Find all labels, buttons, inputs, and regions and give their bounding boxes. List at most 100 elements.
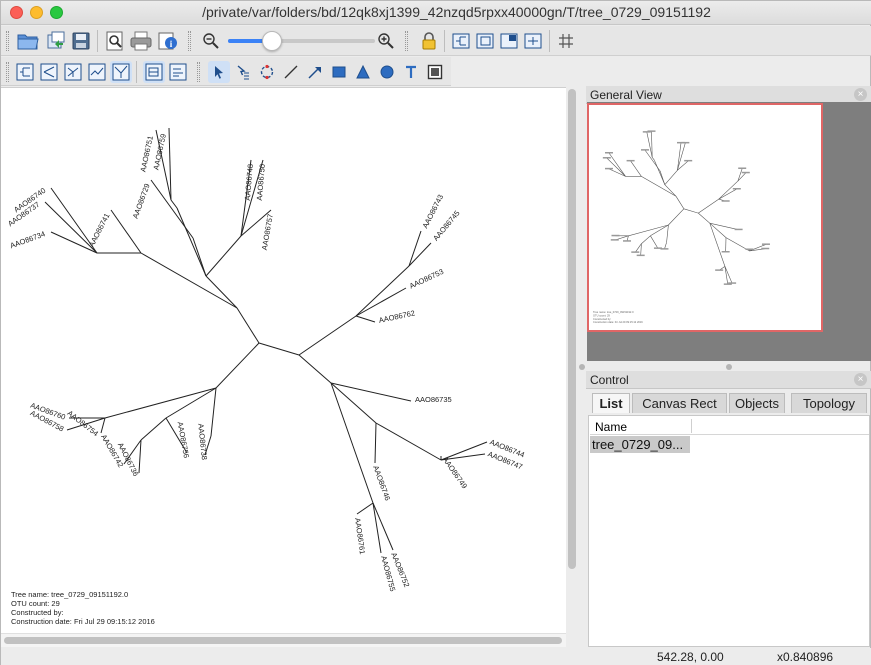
secondary-toolbar [1,57,451,86]
tree-branch [258,342,300,356]
mini-leaf-mark [738,167,747,169]
app-window: /private/var/folders/bd/12qk8xj1399_42nz… [0,0,871,665]
layout-b-icon[interactable] [167,61,189,83]
slanted-tree-icon[interactable] [38,61,60,83]
mini-branch [628,224,669,237]
mini-branch [606,157,626,177]
list-item[interactable]: tree_0729_09... [590,436,690,453]
layout-a-icon[interactable] [143,61,165,83]
mini-branch [664,170,678,185]
text-tool-icon[interactable] [400,61,422,83]
title-bar: /private/var/folders/bd/12qk8xj1399_42nz… [1,1,871,25]
column-name-header[interactable]: Name [595,420,627,434]
grid-icon[interactable] [554,29,578,53]
side-splitter-handle[interactable] [579,364,585,370]
panel-splitter-handle[interactable] [726,364,732,370]
leaf-label[interactable]: AAO86756 [176,421,191,459]
info-icon[interactable]: i [156,29,180,53]
tree-branch [165,387,217,419]
tree-view-3-icon[interactable] [497,29,521,53]
hand-select-icon[interactable] [232,61,254,83]
mini-branch [650,224,669,237]
general-view-viewport[interactable]: Tree name: tree_0729_09151192.0 OTU count… [587,103,823,332]
mini-branch [644,149,661,172]
tree-canvas[interactable]: AAO86751 AAO86759 AAO86729 AAO86748 AAO86750… [1,87,566,647]
line-tool-icon[interactable] [280,61,302,83]
zoom-out-icon[interactable] [200,30,222,52]
leaf-label[interactable]: AAO86749 [441,455,469,490]
rectangular-tree-icon[interactable] [14,61,36,83]
leaf-label[interactable]: AAO86734 [9,229,47,250]
construction-date-line: Construction date: Fri Jul 29 09:15:12 2… [11,617,155,626]
export-icon[interactable] [44,29,68,53]
mini-leaf-mark [605,152,613,154]
leaf-label[interactable]: AAO86761 [353,517,367,555]
rectangle-tool-icon[interactable] [328,61,350,83]
tree-name-line: Tree name: tree_0729_09151192.0 [11,590,129,599]
tree-info: Tree name: tree_0729_09151192.0 OTU coun… [11,590,155,626]
toolbar-grip[interactable] [6,31,9,51]
circular-tree-icon[interactable] [62,61,84,83]
tree-branch [205,235,242,277]
tree-branch [374,422,377,464]
mini-branch [635,243,642,253]
control-header: Control [586,371,871,389]
leaf-label[interactable]: AAO86754 [66,408,100,438]
control-title: Control [590,373,629,387]
mini-leaf-mark [721,251,730,253]
leaf-label[interactable]: AAO86762 [378,308,416,324]
tree-view-4-icon[interactable] [521,29,545,53]
horizontal-scrollbar[interactable] [4,637,562,644]
tree-branch [375,422,442,461]
mini-leaf-mark [681,141,690,144]
tab-list[interactable]: List [592,393,630,413]
vertical-scrollbar[interactable] [568,89,576,569]
tree-branch [192,237,207,277]
tree-view-1-icon[interactable] [449,29,473,53]
leaf-label[interactable]: AAO86753 [408,267,445,291]
find-icon[interactable] [103,29,127,53]
radial-tree-icon[interactable] [86,61,108,83]
tab-topology[interactable]: Topology [791,393,867,413]
mini-info-line: OTU count: 29 [593,313,610,317]
unrooted-tree-icon[interactable] [110,61,132,83]
general-view-close-icon[interactable]: × [854,88,867,101]
zoom-level: x0.840896 [777,650,834,664]
select-arrow-icon[interactable] [208,61,230,83]
frame-tool-icon[interactable] [424,61,446,83]
mini-branch [677,142,686,171]
zoom-slider-knob[interactable] [262,31,282,51]
leaf-label[interactable]: AAO86750 [255,164,267,201]
mini-branch [659,170,666,185]
print-icon[interactable] [129,29,153,53]
tree-branch [104,387,217,419]
mini-leaf-mark [636,254,645,257]
zoom-in-icon[interactable] [375,30,397,52]
triangle-tool-icon[interactable] [352,61,374,83]
open-folder-icon[interactable] [16,29,40,53]
object-list[interactable]: Name tree_0729_09... [588,415,870,647]
tree-view-2-icon[interactable] [473,29,497,53]
control-close-icon[interactable]: × [854,373,867,386]
mini-branch [675,196,685,209]
lock-icon[interactable] [417,29,441,53]
leaf-label[interactable]: AAO86741 [87,212,112,249]
tree-branch [205,275,238,309]
zoom-slider[interactable] [228,39,375,43]
leaf-label[interactable]: AAO86735 [415,395,452,404]
save-icon[interactable] [69,29,93,53]
circle-tool-icon[interactable] [376,61,398,83]
tree-branch [168,127,172,201]
leaf-label[interactable]: AAO86729 [131,182,152,220]
leaf-label[interactable]: AAO86746 [371,464,392,502]
tab-objects[interactable]: Objects [729,393,785,413]
mini-leaf-mark [761,247,770,250]
tree-branch [215,342,260,389]
leaf-label[interactable]: AAO86757 [260,213,275,251]
rotate-icon[interactable] [256,61,278,83]
tree-branch [150,179,194,239]
arrow-tool-icon[interactable] [304,61,326,83]
tab-canvas-rect[interactable]: Canvas Rect [632,393,727,413]
mini-branch [668,208,685,226]
leaf-label[interactable]: AAO86738 [196,423,209,460]
